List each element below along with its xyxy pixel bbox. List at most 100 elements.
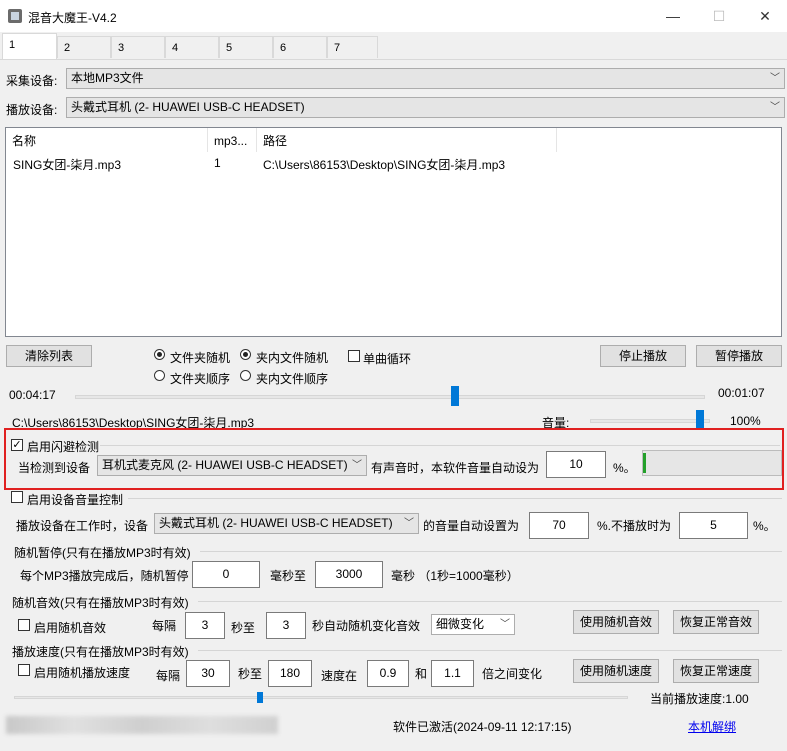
column-header-path[interactable]: 路径 [257, 128, 557, 152]
capture-device-value: 本地MP3文件 [71, 71, 144, 85]
dodge-group-line [100, 445, 780, 446]
effect-mode-value: 细微变化 [436, 617, 485, 631]
speed-track[interactable] [14, 696, 628, 699]
elapsed-time: 00:04:17 [9, 388, 56, 402]
speed-max-input[interactable]: 180 [268, 660, 312, 687]
tab-6[interactable]: 6 [273, 36, 327, 58]
radio-infolder-random-label[interactable]: 夹内文件随机 [256, 349, 328, 366]
volume-track[interactable] [590, 419, 710, 423]
tab-5[interactable]: 5 [219, 36, 273, 58]
pause-to-label: 毫秒至 [270, 569, 307, 583]
device-volume-group-line [128, 498, 782, 499]
pause-suffix: 毫秒 （1秒=1000毫秒） [391, 569, 519, 583]
radio-folder-random-label[interactable]: 文件夹随机 [170, 349, 230, 366]
dodge-set-text: 有声音时，本软件音量自动设为 [371, 461, 540, 475]
row-name: SING女团-柒月.mp3 [13, 158, 122, 172]
speed-high-input[interactable]: 1.1 [431, 660, 474, 687]
restore-effect-button[interactable]: 恢复正常音效 [673, 610, 759, 634]
tab-4[interactable]: 4 [165, 36, 219, 58]
speed-in-label: 速度在 [321, 669, 358, 683]
current-speed: 当前播放速度:1.00 [650, 692, 749, 706]
speed-between-label: 倍之间变化 [482, 667, 543, 681]
radio-folder-order[interactable] [154, 370, 165, 381]
radio-folder-order-label[interactable]: 文件夹顺序 [170, 370, 230, 387]
use-random-effect-button[interactable]: 使用随机音效 [573, 610, 659, 634]
effect-every-label: 每隔 [152, 619, 177, 633]
file-list[interactable]: 名称 mp3... 路径 SING女团-柒月.mp3 1 C:\Users\86… [5, 127, 782, 337]
speed-group-line [198, 650, 782, 651]
remaining-time: 00:01:07 [718, 386, 765, 400]
tab-1[interactable]: 1 [2, 33, 57, 60]
playback-device-select[interactable]: 头戴式耳机 (2- HUAWEI USB-C HEADSET) ﹀ [66, 97, 785, 118]
speed-title: 播放速度(只有在播放MP3时有效) [12, 645, 189, 659]
effect-change-label: 秒自动随机变化音效 [312, 619, 421, 633]
speed-and-label: 和 [415, 667, 428, 681]
volume-value: 100% [730, 414, 761, 428]
dodge-enable-checkbox[interactable]: ✓ [11, 439, 23, 451]
device-volume-select[interactable]: 头戴式耳机 (2- HUAWEI USB-C HEADSET) ﹀ [154, 513, 419, 534]
random-speed-label[interactable]: 启用随机播放速度 [34, 664, 130, 681]
speed-every-label: 每隔 [156, 669, 181, 683]
pause-max-input[interactable]: 3000 [315, 561, 383, 588]
dodge-volume-input[interactable]: 10 [546, 451, 606, 478]
column-header-name[interactable]: 名称 [6, 128, 208, 152]
capture-device-select[interactable]: 本地MP3文件 ﹀ [66, 68, 785, 89]
device-volume-checkbox[interactable] [11, 491, 23, 503]
restore-speed-button[interactable]: 恢复正常速度 [673, 659, 759, 683]
tab-strip: 1 2 3 4 5 6 7 [0, 32, 787, 60]
working-volume-input[interactable]: 70 [529, 512, 589, 539]
radio-folder-random[interactable] [154, 349, 165, 360]
capture-device-label: 采集设备: [6, 74, 58, 88]
random-pause-prefix: 每个MP3播放完成后，随机暂停 [20, 569, 189, 583]
title-bar: 混音大魔王-V4.2 — ☐ ✕ [0, 0, 787, 32]
random-effect-checkbox[interactable] [18, 619, 30, 631]
progress-thumb[interactable] [451, 386, 460, 406]
use-random-speed-button[interactable]: 使用随机速度 [573, 659, 659, 683]
radio-infolder-random[interactable] [240, 349, 251, 360]
playback-device-value: 头戴式耳机 (2- HUAWEI USB-C HEADSET) [71, 100, 305, 114]
random-effect-group-line [198, 601, 782, 602]
effect-max-input[interactable]: 3 [266, 612, 306, 639]
device-volume-set-to: 的音量自动设置为 [423, 519, 520, 533]
radio-infolder-order-label[interactable]: 夹内文件顺序 [256, 370, 328, 387]
row-number: 1 [214, 156, 221, 170]
maximize-button[interactable]: ☐ [696, 0, 742, 32]
volume-thumb[interactable] [696, 410, 705, 430]
random-effect-label[interactable]: 启用随机音效 [34, 619, 106, 636]
not-playing-label: %.不播放时为 [597, 519, 672, 533]
device-volume-prefix: 播放设备在工作时，设备 [16, 519, 149, 533]
single-loop-checkbox[interactable] [348, 350, 360, 362]
speed-low-input[interactable]: 0.9 [367, 660, 409, 687]
speed-thumb[interactable] [257, 692, 264, 703]
minimize-button[interactable]: — [650, 0, 696, 32]
radio-infolder-order[interactable] [240, 370, 251, 381]
tab-3[interactable]: 3 [111, 36, 165, 58]
progress-track[interactable] [75, 395, 705, 399]
unbind-link[interactable]: 本机解绑 [688, 718, 736, 735]
stop-button[interactable]: 停止播放 [600, 345, 686, 367]
pause-min-input[interactable]: 0 [192, 561, 260, 588]
effect-min-input[interactable]: 3 [185, 612, 225, 639]
close-button[interactable]: ✕ [742, 0, 787, 32]
dodge-enable-label[interactable]: 启用闪避检测 [27, 438, 99, 455]
chevron-down-icon: ﹀ [352, 460, 362, 471]
random-speed-checkbox[interactable] [18, 664, 30, 676]
single-loop-label[interactable]: 单曲循环 [363, 350, 411, 367]
column-header-mp3[interactable]: mp3... [208, 128, 257, 152]
activation-status: 软件已激活(2024-09-11 12:17:15) [393, 720, 572, 734]
table-row[interactable]: SING女团-柒月.mp3 1 C:\Users\86153\Desktop\S… [6, 156, 781, 172]
random-effect-title: 随机音效(只有在播放MP3时有效) [12, 596, 189, 610]
device-volume-device: 头戴式耳机 (2- HUAWEI USB-C HEADSET) [159, 516, 393, 530]
chevron-down-icon: ﹀ [770, 73, 780, 84]
speed-min-input[interactable]: 30 [186, 660, 230, 687]
tab-2[interactable]: 2 [57, 36, 111, 58]
clear-list-button[interactable]: 清除列表 [6, 345, 92, 367]
idle-volume-input[interactable]: 5 [679, 512, 748, 539]
device-volume-label[interactable]: 启用设备音量控制 [27, 491, 123, 508]
tab-7[interactable]: 7 [327, 36, 378, 58]
dodge-device-select[interactable]: 耳机式麦克风 (2- HUAWEI USB-C HEADSET) ﹀ [97, 455, 367, 476]
pause-button[interactable]: 暂停播放 [696, 345, 782, 367]
chevron-down-icon: ﹀ [770, 102, 780, 113]
effect-mode-select[interactable]: 细微变化 ﹀ [431, 614, 515, 635]
dodge-unit: %。 [613, 461, 636, 475]
